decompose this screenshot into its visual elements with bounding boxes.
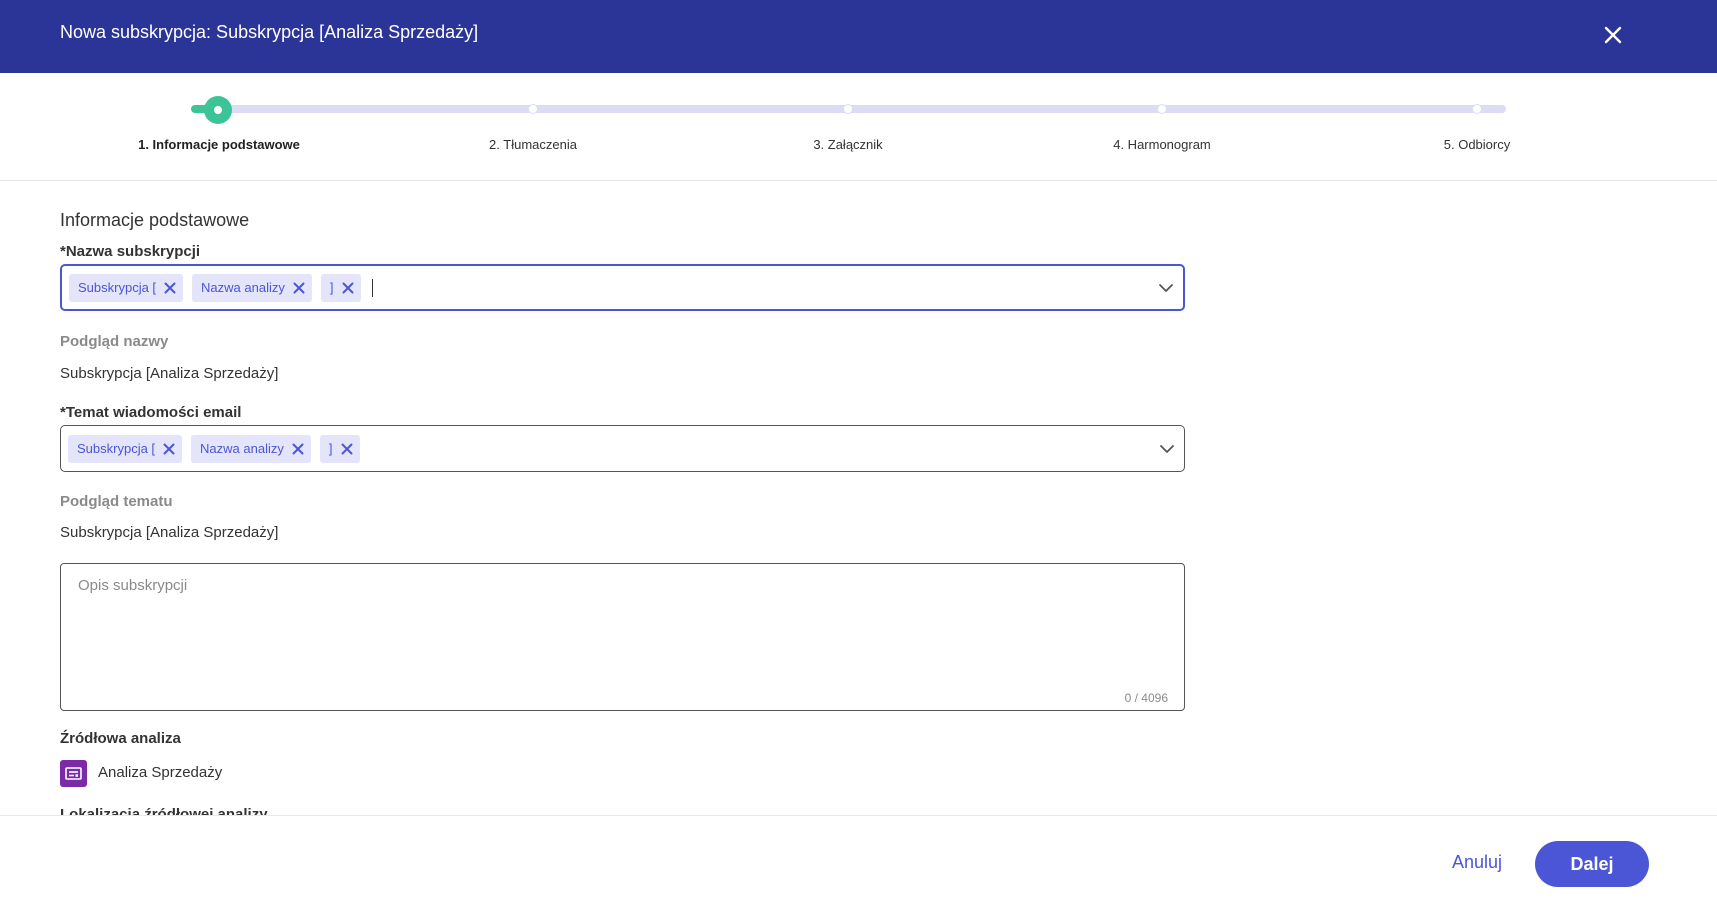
step-3-label[interactable]: 3. Załącznik bbox=[813, 137, 882, 152]
next-button[interactable]: Dalej bbox=[1535, 841, 1649, 887]
character-counter: 0 / 4096 bbox=[1124, 691, 1168, 705]
source-analysis-name[interactable]: Analiza Sprzedaży bbox=[98, 764, 222, 781]
step-2-dot[interactable] bbox=[528, 104, 538, 114]
chevron-down-icon[interactable] bbox=[1158, 440, 1176, 458]
text-caret bbox=[371, 278, 373, 297]
step-3-dot[interactable] bbox=[843, 104, 853, 114]
step-1-active-dot[interactable] bbox=[204, 96, 232, 124]
step-1-label[interactable]: 1. Informacje podstawowe bbox=[138, 137, 300, 152]
chevron-down-icon[interactable] bbox=[1157, 279, 1175, 297]
tag-label: Subskrypcja [ bbox=[78, 280, 157, 295]
remove-tag-button[interactable] bbox=[161, 441, 177, 457]
tag-label: Subskrypcja [ bbox=[77, 441, 156, 456]
subject-tag-input[interactable]: Subskrypcja [ Nazwa analizy ] bbox=[60, 425, 1185, 472]
close-icon bbox=[293, 282, 305, 293]
subject-preview-value: Subskrypcja [Analiza Sprzedaży] bbox=[60, 524, 279, 541]
name-tag-prefix: Subskrypcja [ bbox=[69, 273, 184, 302]
close-icon bbox=[164, 282, 176, 293]
wizard-stepper bbox=[0, 73, 1717, 181]
close-icon bbox=[163, 443, 175, 454]
close-icon bbox=[341, 443, 352, 454]
remove-tag-button[interactable] bbox=[162, 280, 178, 296]
tag-label: Nazwa analizy bbox=[200, 441, 284, 456]
dialog-title: Nowa subskrypcja: Subskrypcja [Analiza S… bbox=[60, 22, 479, 42]
close-icon bbox=[342, 282, 353, 293]
step-5-label[interactable]: 5. Odbiorcy bbox=[1444, 137, 1510, 152]
remove-tag-button[interactable] bbox=[291, 280, 307, 296]
remove-tag-button[interactable] bbox=[340, 280, 356, 296]
name-preview-value: Subskrypcja [Analiza Sprzedaży] bbox=[60, 365, 279, 382]
close-icon bbox=[1604, 26, 1622, 44]
subject-tag-prefix: Subskrypcja [ bbox=[68, 434, 183, 463]
section-title: Informacje podstawowe bbox=[60, 210, 250, 230]
subject-tag-suffix: ] bbox=[319, 434, 360, 463]
subject-preview-label: Podgląd tematu bbox=[60, 493, 173, 510]
tag-label: ] bbox=[329, 280, 334, 295]
close-button[interactable] bbox=[1596, 18, 1630, 52]
name-tag-analysis: Nazwa analizy bbox=[192, 273, 312, 302]
dialog-header: Nowa subskrypcja: Subskrypcja [Analiza S… bbox=[0, 0, 1717, 73]
step-5-dot[interactable] bbox=[1472, 104, 1482, 114]
cancel-button[interactable]: Anuluj bbox=[1452, 852, 1502, 873]
tag-label: Nazwa analizy bbox=[201, 280, 285, 295]
remove-tag-button[interactable] bbox=[339, 441, 355, 457]
tag-label: ] bbox=[328, 441, 333, 456]
description-placeholder: Opis subskrypcji bbox=[78, 577, 188, 594]
subject-tag-analysis: Nazwa analizy bbox=[191, 434, 311, 463]
step-4-dot[interactable] bbox=[1157, 104, 1167, 114]
subject-field-label: *Temat wiadomości email bbox=[60, 404, 242, 421]
name-field-label: *Nazwa subskrypcji bbox=[60, 243, 201, 260]
analysis-icon bbox=[60, 760, 87, 787]
step-2-label[interactable]: 2. Tłumaczenia bbox=[489, 137, 577, 152]
name-tag-input[interactable]: Subskrypcja [ Nazwa analizy ] bbox=[60, 264, 1185, 311]
source-analysis-label: Źródłowa analiza bbox=[60, 730, 181, 747]
name-preview-label: Podgląd nazwy bbox=[60, 333, 169, 350]
close-icon bbox=[292, 443, 304, 454]
description-textarea[interactable]: Opis subskrypcji 0 / 4096 bbox=[60, 563, 1185, 711]
remove-tag-button[interactable] bbox=[290, 441, 306, 457]
name-tag-suffix: ] bbox=[320, 273, 361, 302]
step-4-label[interactable]: 4. Harmonogram bbox=[1113, 137, 1211, 152]
